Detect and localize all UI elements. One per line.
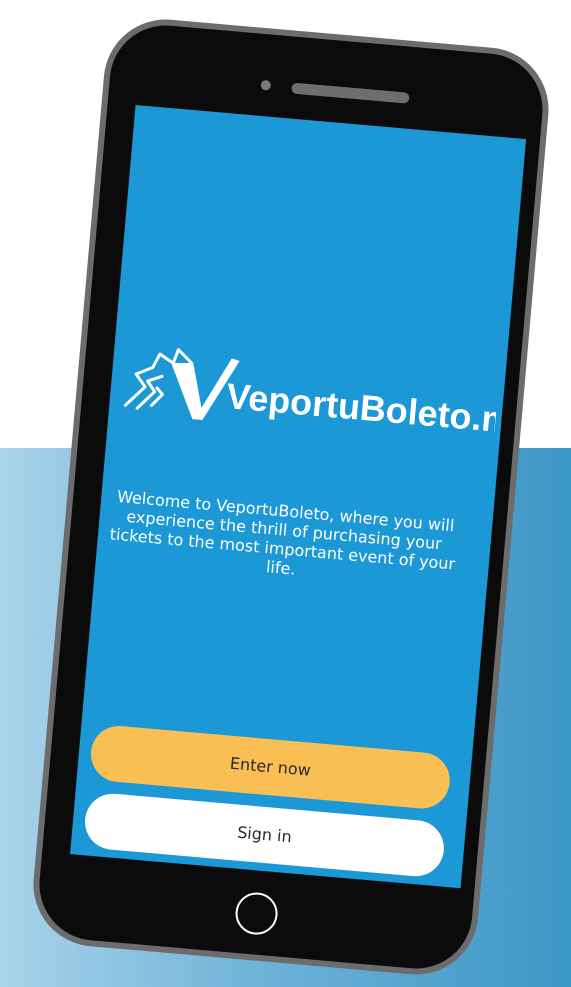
phone-frame: VeportuBoleto.mx Welcome to VeportuBolet… [28, 14, 554, 980]
front-camera [260, 79, 272, 91]
logo-lettering: VeportuBoleto.mx [225, 375, 501, 443]
phone-illustration: VeportuBoleto.mx Welcome to VeportuBolet… [0, 0, 571, 987]
app-screen: VeportuBoleto.mx Welcome to VeportuBolet… [70, 104, 527, 889]
welcome-message: Welcome to VeportuBoleto, where you will… [108, 486, 456, 579]
earpiece-speaker [291, 82, 410, 104]
home-button-icon[interactable] [233, 890, 280, 937]
brand-logo: VeportuBoleto.mx [114, 329, 501, 454]
